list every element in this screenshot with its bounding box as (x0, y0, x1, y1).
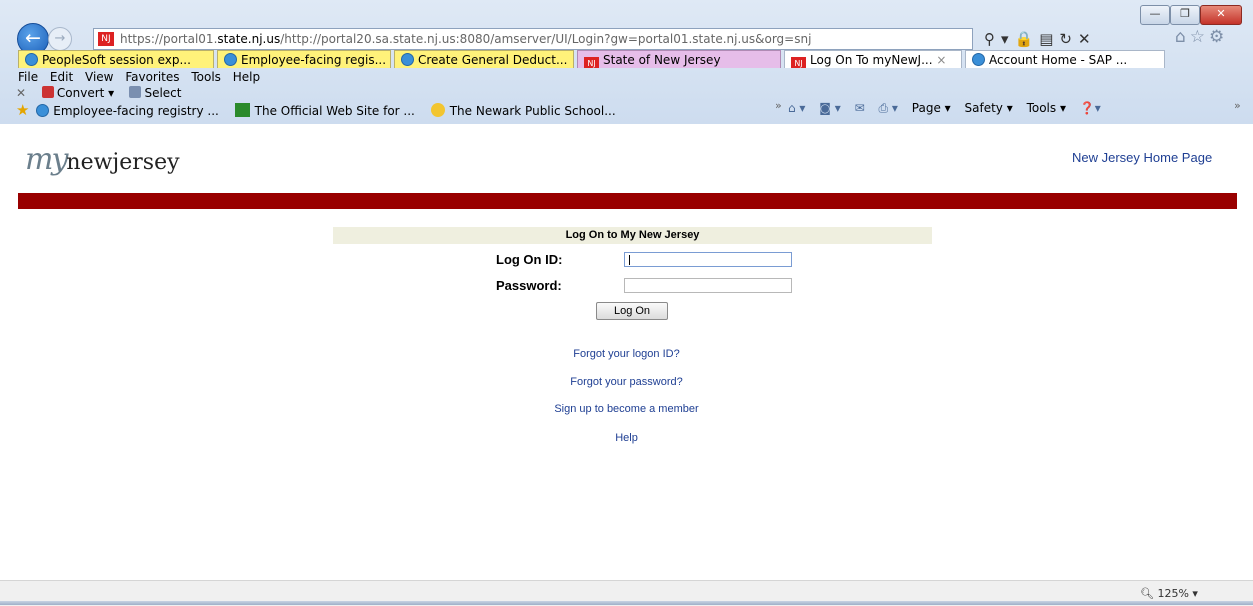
logon-button[interactable]: Log On (596, 302, 668, 320)
convert-toolbar: ✕ Convert ▾ Select (16, 86, 181, 100)
ie-icon (224, 53, 237, 66)
page-menu[interactable]: Page ▾ (912, 101, 951, 115)
favorite-official-site[interactable]: The Official Web Site for ... (234, 103, 415, 118)
lock-icon[interactable]: 🔒 (1015, 30, 1040, 48)
text-caret (629, 255, 630, 265)
site-favicon-icon: NJ (98, 32, 114, 46)
tab-state-of-nj[interactable]: NJ State of New Jersey (577, 50, 781, 68)
compat-icon[interactable]: ▤ (1039, 30, 1059, 48)
school-icon (430, 103, 445, 117)
tab-account-home-sap[interactable]: Account Home - SAP ... (965, 50, 1165, 68)
select-icon (129, 86, 142, 98)
help-icon[interactable]: ❓▾ (1080, 101, 1101, 115)
refresh-icon[interactable]: ↻ (1059, 30, 1078, 48)
close-toolbar-icon[interactable]: ✕ (16, 86, 26, 100)
browser-right-icons: ⌂☆⚙ (1175, 27, 1228, 47)
stop-icon[interactable]: ✕ (1078, 30, 1097, 48)
password-input[interactable] (624, 278, 792, 293)
signup-link: Sign up to become a member (0, 403, 1253, 415)
favorite-newark-schools[interactable]: The Newark Public School... (430, 103, 616, 118)
zoom-control[interactable]: 🔍︎ 125% ▾ (1140, 587, 1198, 600)
nj-site-icon (234, 103, 250, 117)
tab-strip: PeopleSoft session exp... Employee-facin… (18, 50, 1168, 69)
feeds-icon[interactable]: ◙ ▾ (819, 101, 840, 115)
brand-bar (18, 193, 1237, 209)
forgot-logon-id-link: Forgot your logon ID? (0, 348, 1253, 360)
favorites-bar: ★ Employee-facing registry ... The Offic… (16, 101, 628, 119)
tab-employee-registry[interactable]: Employee-facing regis... (217, 50, 391, 68)
maximize-button[interactable]: ❐ (1170, 5, 1200, 25)
command-bar: ⌂ ▾ ◙ ▾ ✉ ⎙ ▾ Page ▾ Safety ▾ Tools ▾ ❓▾ (788, 101, 1111, 116)
print-icon[interactable]: ⎙ ▾ (879, 101, 898, 115)
menu-bar: File Edit View Favorites Tools Help (18, 70, 268, 84)
home-icon[interactable]: ⌂ (1175, 27, 1190, 47)
help-text[interactable]: Help (615, 432, 638, 444)
ie-icon (25, 53, 38, 66)
mail-icon[interactable]: ✉ (855, 101, 865, 115)
menu-help[interactable]: Help (233, 70, 260, 84)
menu-favorites[interactable]: Favorites (125, 70, 179, 84)
menu-edit[interactable]: Edit (50, 70, 73, 84)
more-favorites-icon[interactable]: » (775, 99, 782, 112)
tab-general-deduction[interactable]: Create General Deduct... (394, 50, 574, 68)
nj-icon: NJ (791, 57, 806, 68)
ie-icon (401, 53, 414, 66)
nj-icon: NJ (584, 57, 599, 68)
logon-title: Log On to My New Jersey (333, 227, 932, 244)
minimize-button[interactable]: — (1140, 5, 1170, 25)
gear-icon[interactable]: ⚙ (1209, 27, 1228, 47)
taskbar-edge (0, 601, 1253, 605)
mynewjersey-logo: mynewjersey (25, 142, 180, 177)
forward-button[interactable]: → (48, 27, 72, 51)
dropdown-icon[interactable]: ▾ (1001, 30, 1015, 48)
menu-tools[interactable]: Tools (191, 70, 221, 84)
menu-file[interactable]: File (18, 70, 38, 84)
favorites-star-icon[interactable]: ☆ (1190, 27, 1209, 47)
help-link: Help (0, 432, 1253, 444)
tools-menu[interactable]: Tools ▾ (1027, 101, 1066, 115)
forgot-password-text[interactable]: Forgot your password? (570, 376, 683, 388)
forgot-logon-id-text[interactable]: Forgot your logon ID? (573, 348, 679, 360)
safety-menu[interactable]: Safety ▾ (965, 101, 1013, 115)
logon-id-label: Log On ID: (496, 252, 563, 267)
ie-icon (36, 104, 50, 117)
ie-icon (972, 53, 985, 66)
favorite-employee-registry[interactable]: Employee-facing registry ... (36, 104, 219, 118)
convert-button[interactable]: Convert ▾ (41, 86, 114, 100)
zoom-icon: 🔍︎ (1140, 587, 1154, 600)
nj-home-link[interactable]: New Jersey Home Page (1072, 150, 1212, 165)
signup-text[interactable]: Sign up to become a member (554, 403, 698, 415)
more-commands-icon[interactable]: » (1234, 99, 1241, 112)
tab-peoplesoft[interactable]: PeopleSoft session exp... (18, 50, 214, 68)
favorites-star-icon[interactable]: ★ (16, 101, 29, 119)
home-icon[interactable]: ⌂ ▾ (788, 101, 805, 115)
select-button[interactable]: Select (129, 86, 181, 100)
address-bar[interactable]: NJ https://portal01.state.nj.us/http://po… (93, 28, 973, 50)
address-tools: ⚲▾🔒▤↻✕ (984, 30, 1097, 48)
pdf-icon (41, 86, 54, 98)
logon-id-input[interactable] (624, 252, 792, 267)
tab-log-on-mynj[interactable]: NJ Log On To myNewJ... × (784, 50, 962, 68)
menu-view[interactable]: View (85, 70, 113, 84)
close-window-button[interactable]: ✕ (1200, 5, 1242, 25)
tab-close-icon[interactable]: × (936, 53, 946, 67)
forgot-password-link: Forgot your password? (0, 376, 1253, 388)
search-icon[interactable]: ⚲ (984, 30, 1001, 48)
password-label: Password: (496, 278, 562, 293)
